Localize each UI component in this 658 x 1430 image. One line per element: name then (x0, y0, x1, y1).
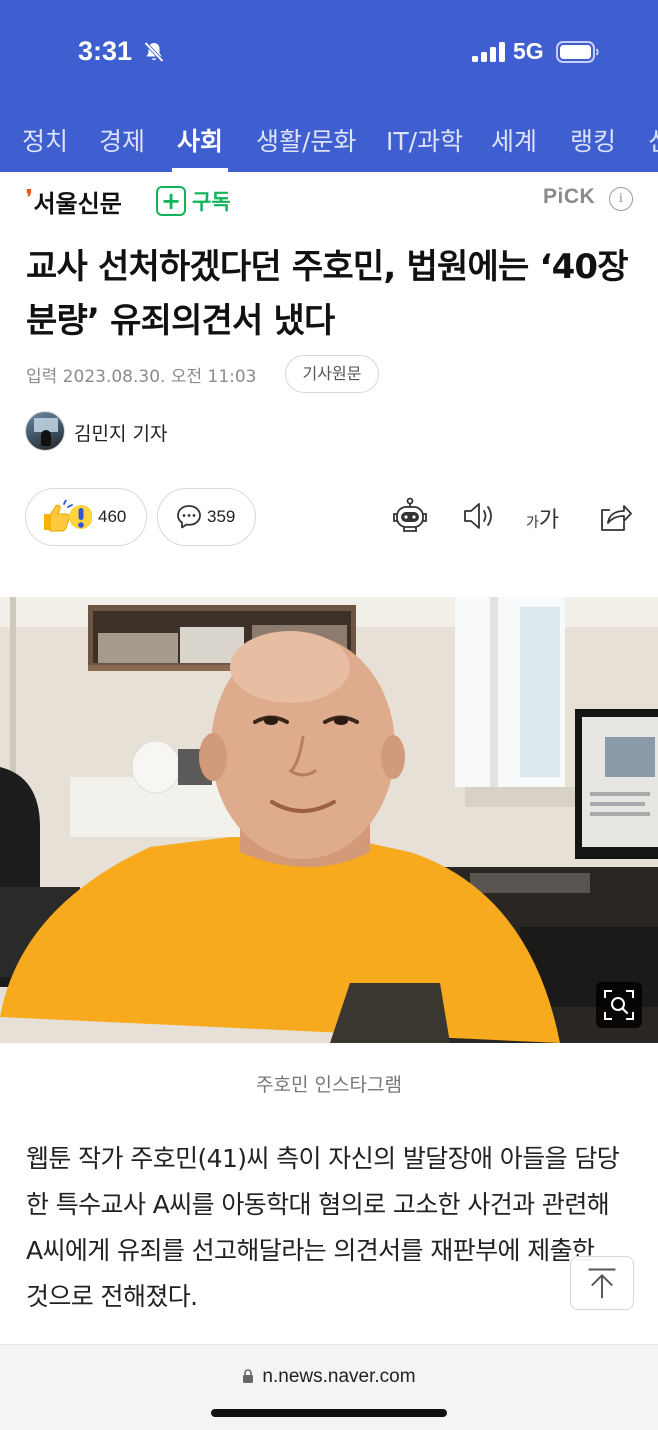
zoom-icon[interactable] (596, 982, 642, 1028)
category-tabs: 정치 경제 사회 생활/문화 IT/과학 세계 랭킹 신 (0, 104, 658, 172)
author-avatar[interactable] (25, 411, 65, 451)
article-headline: 교사 선처하겠다던 주호민, 법원에는 ‘40장 분량’ 유죄의견서 냈다 (26, 247, 629, 341)
status-time: 3:31 (78, 36, 133, 66)
speaker-icon[interactable] (459, 496, 499, 536)
robot-icon[interactable] (390, 496, 430, 536)
comment-count: 359 (207, 507, 236, 526)
font-size-button[interactable]: 가가 (526, 502, 559, 534)
font-size-big-label: 가 (538, 508, 560, 533)
pick-badge: PiCK (543, 185, 596, 208)
font-size-small-label: 가 (526, 515, 539, 531)
battery-icon (556, 41, 599, 63)
url-text: n.news.naver.com (262, 1366, 416, 1387)
tab-life-culture[interactable]: 생활/문화 (256, 122, 356, 158)
original-article-button[interactable]: 기사원문 (285, 355, 379, 393)
plus-icon: + (156, 186, 186, 216)
comment-button[interactable]: 359 (157, 488, 256, 546)
article-date: 입력 2023.08.30. 오전 11:03 (26, 367, 257, 387)
reaction-button[interactable]: 460 (25, 488, 147, 546)
top-header: 3:31 5G 정치 경제 사회 생활/문화 IT/과학 세계 랭킹 신 (0, 0, 658, 172)
status-bar: 3:31 5G (0, 0, 658, 104)
photo-caption: 주호민 인스타그램 (256, 1074, 402, 1096)
article-body: 웹툰 작가 주호민(41)씨 측이 자신의 발달장애 아들을 담당한 특수교사 … (26, 1144, 620, 1311)
photo-illustration (0, 597, 658, 1043)
thumbs-up-exclaim-icon (44, 500, 92, 532)
lock-icon (243, 1369, 254, 1383)
share-icon[interactable] (594, 496, 634, 536)
tab-more[interactable]: 신 (648, 122, 658, 158)
address-bar[interactable]: n.news.naver.com (0, 1366, 658, 1388)
arrow-up-icon[interactable] (570, 1256, 634, 1310)
tab-world[interactable]: 세계 (491, 122, 537, 158)
article-photo[interactable] (0, 597, 658, 1043)
tab-politics[interactable]: 정치 (22, 122, 68, 158)
home-indicator[interactable] (211, 1409, 447, 1417)
network-type: 5G (513, 38, 544, 64)
tab-society[interactable]: 사회 (177, 122, 223, 158)
author-name[interactable]: 김민지 기자 (74, 419, 167, 446)
subscribe-label: 구독 (192, 190, 231, 214)
tab-it-science[interactable]: IT/과학 (386, 122, 463, 158)
publisher-logo[interactable]: ❜서울신문 (26, 184, 122, 219)
active-tab-indicator (172, 168, 228, 172)
tab-ranking[interactable]: 랭킹 (570, 122, 616, 158)
info-icon[interactable]: i (609, 187, 633, 211)
tab-economy[interactable]: 경제 (99, 122, 145, 158)
publisher-name: 서울신문 (33, 189, 122, 218)
comment-icon (177, 505, 201, 529)
silent-bell-icon (144, 41, 164, 63)
cellular-signal-icon (472, 42, 505, 62)
subscribe-button[interactable]: + 구독 (156, 186, 231, 216)
reaction-count: 460 (98, 507, 127, 526)
